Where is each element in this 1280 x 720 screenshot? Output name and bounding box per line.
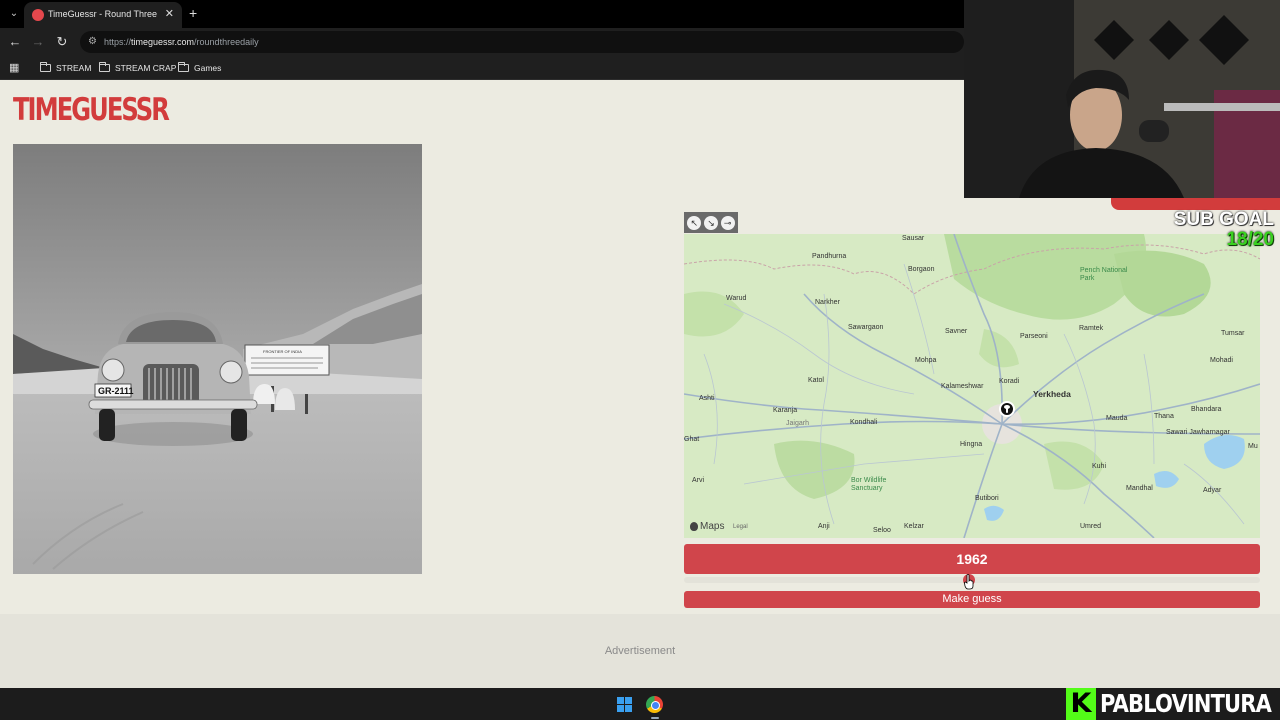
- folder-icon: [178, 62, 189, 72]
- round-photo[interactable]: FRONTIER OF INDIA GR-2111: [13, 144, 422, 574]
- map-place: Mohadi: [1210, 357, 1233, 364]
- bookmark-label: STREAM: [56, 63, 92, 73]
- folder-icon: [99, 62, 110, 72]
- map-place: Ramtek: [1079, 325, 1104, 332]
- close-tab-icon[interactable]: ✕: [165, 7, 174, 20]
- url-scheme: https://: [104, 37, 132, 47]
- sub-goal-widget: SUB GOAL 18/20: [1174, 210, 1274, 250]
- map-place: Kondhali: [850, 419, 878, 426]
- bookmark-stream-crap[interactable]: STREAM CRAP: [99, 61, 176, 75]
- site-info-icon[interactable]: ⚙: [88, 36, 100, 48]
- map-place: Hingna: [960, 441, 983, 448]
- map-place: Mohpa: [915, 357, 937, 364]
- apps-grid-icon[interactable]: ▦: [9, 62, 21, 74]
- streamer-name: PABLOVINTURA: [1100, 689, 1272, 718]
- forward-arrow-icon[interactable]: →: [30, 34, 46, 50]
- map-place: Seloo: [873, 527, 891, 534]
- map-place: Karanja: [773, 407, 798, 414]
- advertisement-area: Advertisement: [0, 614, 1280, 688]
- new-tab-button[interactable]: +: [189, 5, 197, 21]
- apple-logo-icon: [690, 522, 698, 531]
- map-place: Mu: [1248, 443, 1258, 450]
- kick-logo-icon: K: [1066, 688, 1096, 720]
- webcam-image: [964, 0, 1280, 198]
- map-place: Warud: [726, 295, 747, 302]
- bookmark-label: Games: [194, 63, 222, 73]
- map-place: Yerkheda: [1033, 389, 1071, 399]
- year-display: 1962: [684, 544, 1260, 574]
- timeguessr-logo[interactable]: TIMEGUESSR: [13, 88, 170, 132]
- map-place: Jaigarh: [786, 420, 809, 427]
- map-place: Kalameshwar: [941, 383, 984, 390]
- map-place: Ashti: [699, 395, 715, 402]
- make-guess-button[interactable]: Make guess: [684, 591, 1260, 608]
- map-place: Katol: [808, 377, 824, 384]
- license-plate: GR-2111: [98, 386, 134, 396]
- tab-search-chevron-icon[interactable]: ⌄: [6, 6, 22, 22]
- map-place: Sawari Jawharnagar: [1166, 429, 1230, 436]
- map-place: Mandhal: [1126, 485, 1153, 492]
- url-text: https://timeguessr.com/roundthreedaily: [104, 37, 259, 47]
- webcam-feed: [964, 0, 1280, 198]
- map-place: Tumsar: [1221, 330, 1245, 337]
- map-place: Narkher: [815, 299, 840, 306]
- active-app-indicator: [651, 717, 659, 719]
- back-arrow-icon[interactable]: ←: [7, 34, 23, 50]
- sub-goal-label: SUB GOAL: [1173, 209, 1274, 230]
- map-place: Thana: [1154, 413, 1174, 420]
- sign-heading: FRONTIER OF INDIA: [263, 349, 302, 354]
- sub-goal-count: 18/20: [1226, 229, 1274, 250]
- pin-map-icon[interactable]: ⊸: [720, 215, 735, 230]
- expand-map-icon[interactable]: ↖: [687, 215, 702, 230]
- browser-tab[interactable]: TimeGuessr - Round Three ✕: [24, 2, 182, 28]
- map-place: Parseoni: [1020, 333, 1048, 340]
- map-place: Bhandara: [1191, 406, 1222, 413]
- map-place: Koradi: [999, 378, 1020, 385]
- map-place: Adyar: [1203, 487, 1222, 494]
- map-place: Ghat: [684, 436, 700, 443]
- map-place: Anji: [818, 523, 830, 530]
- folder-icon: [40, 62, 51, 72]
- map-place: Kuhi: [1092, 463, 1107, 470]
- map-place: Savner: [945, 328, 968, 335]
- map-place: Kelzar: [904, 523, 924, 530]
- map-place: Pench National Park: [1080, 267, 1128, 282]
- guess-pin-icon[interactable]: [999, 401, 1015, 417]
- map-place: Arvi: [692, 477, 705, 484]
- map-place: Sawargaon: [848, 324, 884, 331]
- vintage-car-photo: FRONTIER OF INDIA GR-2111: [13, 144, 422, 574]
- chrome-taskbar-icon[interactable]: [646, 696, 663, 713]
- maps-brand-label: Maps: [700, 521, 725, 532]
- map-toolbar: ↖ ↘ ⊸: [684, 212, 738, 233]
- url-host: timeguessr.com: [131, 37, 195, 47]
- address-bar[interactable]: ⚙ https://timeguessr.com/roundthreedaily: [80, 31, 964, 53]
- url-path: /roundthreedaily: [194, 37, 259, 47]
- bookmark-games[interactable]: Games: [178, 61, 221, 75]
- timeguessr-favicon-icon: [32, 9, 44, 21]
- map-place: Mauda: [1106, 415, 1128, 422]
- shrink-map-icon[interactable]: ↘: [703, 215, 718, 230]
- map-place: Butibori: [975, 495, 999, 502]
- advertisement-label: Advertisement: [604, 645, 676, 657]
- map-place: Bor Wildlife Sanctuary: [851, 477, 887, 492]
- reload-icon[interactable]: ↻: [54, 34, 70, 50]
- windows-start-icon[interactable]: [617, 697, 632, 712]
- guess-map[interactable]: Sausar Pandhurna Borgaon Pench National …: [684, 234, 1260, 538]
- apple-maps-brand: Maps: [690, 521, 724, 532]
- map-place: Pandhurna: [812, 253, 847, 260]
- map-legal-link[interactable]: Legal: [733, 524, 748, 530]
- bookmark-label: STREAM CRAP: [115, 63, 177, 73]
- map-place: Sausar: [902, 235, 925, 242]
- hand-cursor-icon: [964, 574, 974, 590]
- tab-title: TimeGuessr - Round Three: [48, 9, 158, 19]
- bookmark-stream[interactable]: STREAM: [40, 61, 91, 75]
- map-place: Borgaon: [908, 266, 935, 273]
- map-place: Umred: [1080, 523, 1102, 530]
